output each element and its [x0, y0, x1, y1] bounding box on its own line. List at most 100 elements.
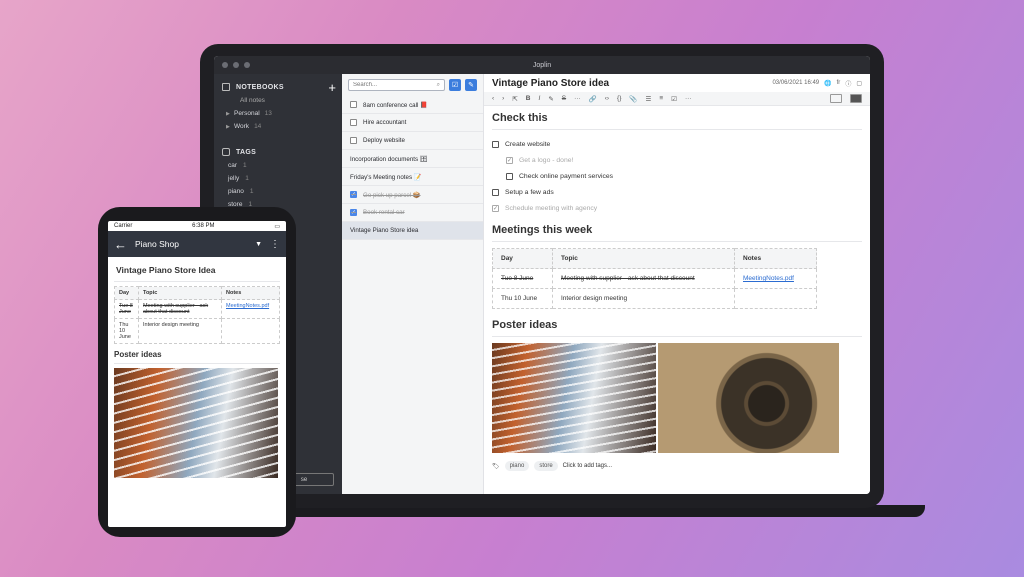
table-header: Topic	[552, 248, 735, 269]
highlight-icon[interactable]: ✎	[548, 95, 553, 103]
notebooks-header[interactable]: NOTEBOOKS +	[214, 80, 342, 94]
table-row: Tue 8 June Meeting with supplier - ask a…	[114, 299, 280, 319]
search-icon: ⌕	[436, 81, 440, 88]
strikethrough-icon[interactable]: S	[562, 95, 566, 102]
note-title: Hire accountant	[363, 119, 407, 126]
bullet-list-icon[interactable]: ☰	[645, 95, 651, 103]
meetings-table: Day Topic Notes Tue 8 June Meeting with …	[492, 248, 817, 309]
mobile-header: ← Piano Shop ▼ ⋮	[108, 231, 286, 257]
table-cell: Tue 8 June	[492, 268, 553, 289]
sidebar-item-tag[interactable]: car 1	[214, 159, 342, 172]
checklist-item[interactable]: Create website	[492, 136, 862, 152]
checklist-item[interactable]: Setup a few ads	[492, 184, 862, 200]
note-list-item[interactable]: ✓ Go pick up parcel 📦	[342, 186, 483, 204]
kebab-menu-icon[interactable]: ⋮	[270, 239, 280, 250]
external-edit-icon[interactable]: ⇱	[512, 95, 517, 103]
add-tags-link[interactable]: Click to add tags...	[563, 463, 612, 469]
checkbox[interactable]	[492, 140, 499, 148]
sidebar-item-tag[interactable]: jelly 1	[214, 172, 342, 185]
numbered-list-icon[interactable]: ≡	[659, 95, 663, 102]
info-icon[interactable]: ⓘ	[845, 79, 851, 88]
search-input[interactable]	[353, 82, 437, 88]
search-box[interactable]: ⌕	[348, 79, 445, 91]
notebook-selector[interactable]: Piano Shop	[135, 239, 247, 249]
tag-icon: 🏷	[492, 463, 500, 470]
sidebar-item-all-notes[interactable]: All notes	[214, 94, 342, 107]
dropdown-icon[interactable]: ▼	[255, 241, 262, 248]
table-header: Notes	[221, 286, 280, 300]
checklist-item[interactable]: ✓ Get a logo - done!	[492, 152, 862, 168]
codeblock-icon[interactable]: {}	[617, 95, 621, 102]
todo-checkbox[interactable]: ✓	[350, 191, 357, 198]
checklist-item[interactable]: ✓ Schedule meeting with agency	[492, 200, 862, 216]
back-icon[interactable]: ‹	[492, 95, 494, 102]
note-title: Vintage Piano Store idea	[350, 227, 419, 234]
editor-toolbar: ‹ › ⇱ B I ✎ S ··· 🔗 ‹› {} 📎 ☰ ≡ ☑ ···	[484, 92, 870, 106]
note-list-item[interactable]: 8am conference call 📕	[342, 96, 483, 114]
note-tag-bar: 🏷 piano store Click to add tags...	[492, 453, 862, 471]
note-title: Book rental car	[363, 209, 405, 216]
table-row: Thu 10 June Interior design meeting	[492, 288, 817, 309]
spellcheck-language[interactable]: fr	[837, 80, 841, 86]
note-body[interactable]: Check this Create website ✓ Get a logo -…	[484, 106, 870, 477]
checklist-item[interactable]: Check online payment services	[492, 168, 862, 184]
attach-icon[interactable]: 📎	[629, 95, 637, 103]
add-notebook-button[interactable]: +	[328, 81, 336, 94]
rich-text-mode-toggle[interactable]	[850, 94, 862, 103]
table-header: Topic	[138, 286, 222, 300]
forward-icon[interactable]: ›	[502, 95, 504, 102]
table-row: Tue 8 June Meeting with supplier - ask a…	[492, 268, 817, 289]
properties-icon[interactable]: ▢	[856, 80, 862, 87]
note-list-item[interactable]: Hire accountant	[342, 114, 483, 132]
note-title: 8am conference call 📕	[363, 101, 428, 109]
notebooks-label: NOTEBOOKS	[236, 83, 284, 91]
new-note-button[interactable]: ✎	[465, 79, 477, 91]
note-list-item[interactable]: Incorporation documents 🗄	[342, 150, 483, 168]
tags-header[interactable]: TAGS	[214, 145, 342, 159]
note-list-item[interactable]: ✓ Book rental car	[342, 204, 483, 222]
todo-checkbox[interactable]: ✓	[350, 209, 357, 216]
chevron-right-icon[interactable]: ▶	[226, 111, 234, 117]
more-icon[interactable]: ···	[685, 95, 692, 102]
checkbox[interactable]: ✓	[506, 156, 513, 164]
table-cell: Thu 10 June	[114, 318, 139, 344]
more-icon[interactable]: ···	[574, 95, 581, 102]
checkbox[interactable]	[492, 188, 499, 196]
note-list-item[interactable]: Friday's Meeting notes 📝	[342, 168, 483, 186]
globe-icon[interactable]: 🌐	[824, 80, 831, 87]
table-row: Thu 10 June Interior design meeting	[114, 318, 280, 344]
note-list-item[interactable]: Deploy website	[342, 132, 483, 150]
sidebar-item-notebook[interactable]: ▶ Personal 13	[214, 107, 342, 120]
checklist-icon[interactable]: ☑	[671, 95, 677, 103]
checkbox[interactable]	[506, 172, 513, 180]
notebook-count: 14	[254, 123, 262, 130]
minimize-window-button[interactable]	[233, 62, 239, 68]
close-window-button[interactable]	[222, 62, 228, 68]
markdown-mode-toggle[interactable]	[830, 94, 842, 103]
mobile-note-body[interactable]: Vintage Piano Store Idea Day Topic Notes…	[108, 257, 286, 482]
italic-icon[interactable]: I	[539, 95, 541, 102]
todo-checkbox[interactable]	[350, 101, 357, 108]
notebook-name: Work	[234, 123, 250, 130]
chevron-right-icon[interactable]: ▶	[226, 124, 234, 130]
link-icon[interactable]: 🔗	[589, 95, 597, 103]
note-list-item-selected[interactable]: Vintage Piano Store idea	[342, 222, 483, 240]
maximize-window-button[interactable]	[244, 62, 250, 68]
attachment-link[interactable]: MeetingNotes.pdf	[743, 275, 794, 282]
code-icon[interactable]: ‹›	[605, 95, 609, 102]
tag-chip[interactable]: store	[534, 461, 558, 471]
checklist-text: Create website	[505, 140, 551, 148]
checkbox[interactable]: ✓	[492, 204, 499, 212]
todo-checkbox[interactable]	[350, 119, 357, 126]
new-todo-button[interactable]: ☑	[449, 79, 461, 91]
tag-chip[interactable]: piano	[504, 461, 530, 471]
sidebar-item-notebook[interactable]: ▶ Work 14	[214, 120, 342, 133]
window-title: Joplin	[532, 61, 552, 69]
attachment-link[interactable]: MeetingNotes.pdf	[226, 303, 269, 309]
sidebar-item-tag[interactable]: piano 1	[214, 185, 342, 198]
bold-icon[interactable]: B	[526, 95, 531, 102]
note-title-field[interactable]: Vintage Piano Store idea	[492, 78, 772, 89]
todo-checkbox[interactable]	[350, 137, 357, 144]
piano-image	[492, 343, 656, 453]
back-arrow-icon[interactable]: ←	[114, 237, 127, 252]
